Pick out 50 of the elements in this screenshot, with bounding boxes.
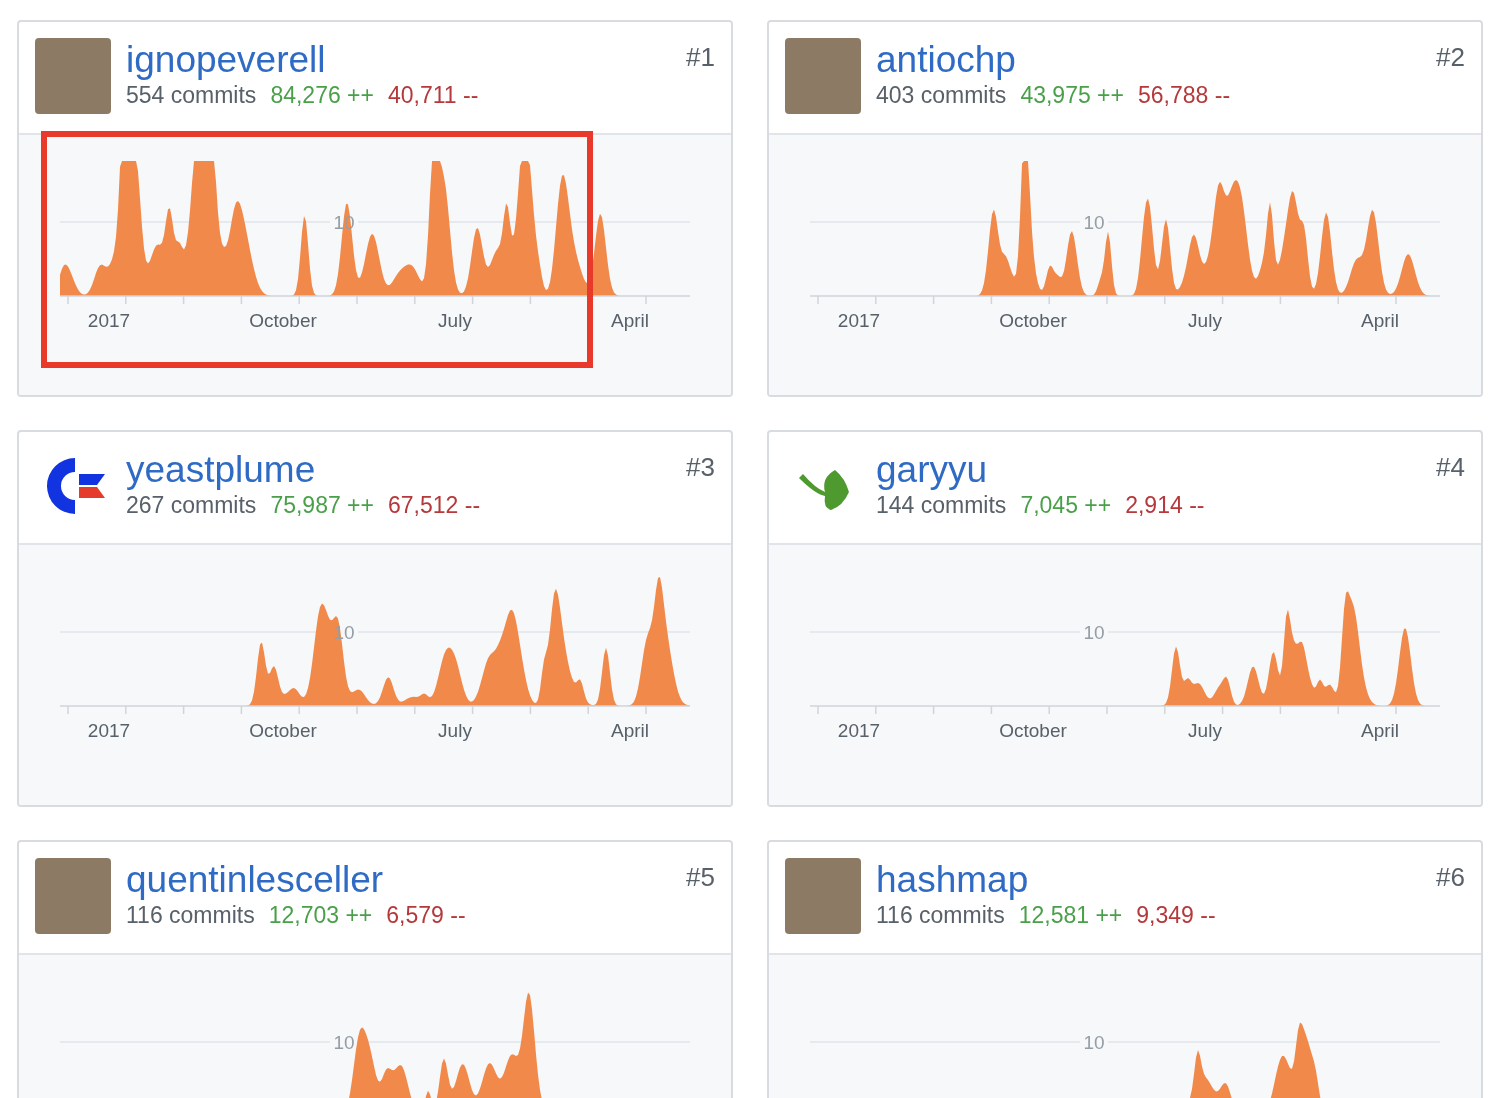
deletions-count: 9,349 -- bbox=[1136, 902, 1216, 929]
deletions-count: 6,579 -- bbox=[386, 902, 466, 929]
rank-label: #4 bbox=[1436, 452, 1465, 483]
username-link[interactable]: ignopeverell bbox=[126, 38, 479, 82]
commit-count: 403 commits bbox=[876, 82, 1007, 109]
axis-label: 2017 bbox=[837, 720, 881, 741]
additions-count: 75,987 ++ bbox=[270, 492, 374, 519]
deletions-count: 56,788 -- bbox=[1138, 82, 1231, 109]
axis-label: July bbox=[438, 720, 472, 741]
commit-count: 116 commits bbox=[876, 902, 1005, 929]
deletions-count: 67,512 -- bbox=[388, 492, 481, 519]
additions-count: 12,581 ++ bbox=[1018, 902, 1123, 929]
gridline-label: 10 bbox=[1083, 622, 1105, 643]
rank-label: #2 bbox=[1436, 42, 1465, 73]
axis-label: April bbox=[1361, 720, 1399, 741]
gridline-label: 10 bbox=[1083, 1032, 1105, 1053]
commit-count: 554 commits bbox=[126, 82, 257, 109]
username-link[interactable]: hashmap bbox=[876, 858, 1216, 902]
axis-label: April bbox=[611, 310, 649, 331]
axis-label: July bbox=[1188, 720, 1222, 741]
additions-count: 7,045 ++ bbox=[1020, 492, 1112, 519]
deletions-count: 40,711 -- bbox=[388, 82, 479, 109]
axis-label: 2017 bbox=[87, 310, 131, 331]
axis-label: October bbox=[999, 720, 1067, 741]
commit-count: 267 commits bbox=[126, 492, 257, 519]
additions-count: 43,975 ++ bbox=[1020, 82, 1124, 109]
rank-label: #1 bbox=[686, 42, 715, 73]
axis-label: October bbox=[249, 720, 317, 741]
axis-label: October bbox=[249, 310, 317, 331]
rank-label: #5 bbox=[686, 862, 715, 893]
axis-label: July bbox=[438, 310, 472, 331]
commit-count: 144 commits bbox=[876, 492, 1007, 519]
deletions-count: 2,914 -- bbox=[1125, 492, 1205, 519]
axis-label: April bbox=[611, 720, 649, 741]
gridline-label: 10 bbox=[1083, 212, 1105, 233]
username-link[interactable]: antiochp bbox=[876, 38, 1231, 82]
commit-count: 116 commits bbox=[126, 902, 255, 929]
gridline-label: 10 bbox=[333, 1032, 355, 1053]
additions-count: 12,703 ++ bbox=[268, 902, 373, 929]
rank-label: #3 bbox=[686, 452, 715, 483]
axis-label: April bbox=[1361, 310, 1399, 331]
axis-label: 2017 bbox=[837, 310, 881, 331]
axis-label: July bbox=[1188, 310, 1222, 331]
axis-label: October bbox=[999, 310, 1067, 331]
username-link[interactable]: quentinlesceller bbox=[126, 858, 466, 902]
username-link[interactable]: garyyu bbox=[876, 448, 1205, 492]
axis-label: 2017 bbox=[87, 720, 131, 741]
rank-label: #6 bbox=[1436, 862, 1465, 893]
additions-count: 84,276 ++ bbox=[270, 82, 374, 109]
username-link[interactable]: yeastplume bbox=[126, 448, 481, 492]
